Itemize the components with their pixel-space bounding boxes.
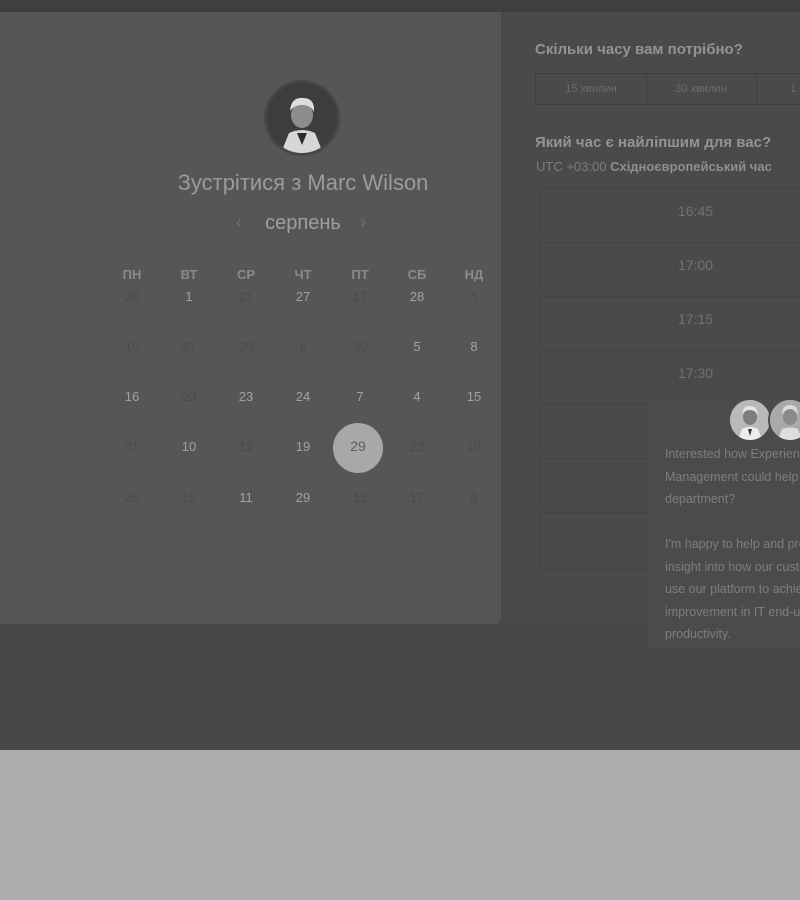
calendar-day: 21 [238,289,254,304]
calendar-day[interactable]: 4 [389,389,445,404]
timezone-offset: UTC +03:00 [536,159,607,174]
calendar-day: 31 [124,439,140,454]
calendar-day: 20 [181,389,197,404]
time-question: Який час є найліпшим для вас? [535,134,772,151]
duration-option-30[interactable]: 30 хвилин [646,74,757,104]
time-slot[interactable]: 17:15 [539,296,800,344]
calendar-day[interactable]: 1 [161,289,217,304]
calendar-day: 21 [181,339,197,354]
time-slot[interactable]: 17:00 [539,242,800,290]
calendar-day[interactable]: 19 [275,439,331,454]
chat-popup[interactable]: Interested how Experience Management cou… [648,398,800,648]
page-footer [0,750,800,900]
calendar-day: 26 [124,289,140,304]
top-bar [0,0,800,12]
time-slot[interactable]: 17:30 [539,350,800,398]
calendar-day: 19 [181,490,197,505]
calendar-day: 10 [124,339,140,354]
chat-message-line: insight into how our customers [665,560,800,574]
agent-avatar [728,398,772,442]
weekday-label: ВТ [180,267,198,282]
calendar-day: 30 [352,339,368,354]
calendar-day[interactable]: 11 [218,490,274,505]
calendar-day: 10 [466,439,482,454]
calendar-day[interactable]: 15 [446,389,502,404]
chat-message-line: I'm happy to help and provide [665,537,800,551]
calendar-day[interactable]: 29 [275,490,331,505]
timezone-name: Східноєвропейський час [610,159,772,174]
calendar-day[interactable]: 10 [161,439,217,454]
calendar-day: 5 [470,289,478,304]
time-slot[interactable]: 16:45 [539,188,800,236]
calendar-day: 11 [353,490,367,505]
calendar-day[interactable]: 23 [218,389,274,404]
selected-day[interactable]: 29 [333,423,383,473]
calendar-day[interactable]: 27 [275,289,331,304]
selected-day-label: 29 [350,438,366,454]
chat-message-line: productivity. [665,627,731,641]
weekday-label: СР [236,267,256,282]
duration-option-60[interactable]: 1 година [756,74,800,104]
time-slot-label: 17:30 [678,365,714,381]
agent-portrait-icon [770,400,800,440]
weekday-label: НД [464,267,484,282]
calendar-day[interactable]: 8 [446,339,502,354]
month-label: серпень [265,212,341,234]
weekday-label: ПТ [351,267,369,282]
calendar-day: 12 [238,439,254,454]
calendar-day: 17 [409,490,425,505]
time-slot-label: 17:15 [678,311,714,327]
calendar-day: 6 [470,490,478,505]
chat-message-line: use our platform to achieve [665,582,800,596]
calendar-day[interactable]: 7 [332,389,388,404]
weekday-label: СБ [407,267,427,282]
duration-selector: 15 хвилин 30 хвилин 1 година [535,73,800,105]
calendar-day[interactable]: 24 [275,389,331,404]
duration-question: Скільки часу вам потрібно? [535,41,743,58]
agent-portrait-icon [730,400,770,440]
agent-avatar [768,398,800,442]
weekday-label: ЧТ [294,267,312,282]
calendar-day[interactable]: 5 [389,339,445,354]
calendar-day: 17 [352,289,368,304]
time-slot-label: 17:00 [678,257,714,273]
scheduler-app: Зустрітися з Marc Wilson ‹ серпень › ПН … [0,0,800,750]
month-navigation: ‹ серпень › [230,212,376,238]
weekday-label: ПН [122,267,142,282]
calendar-day: 8 [299,339,307,354]
chat-message-line: improvement in IT end-user [665,605,800,619]
calendar-day[interactable]: 28 [389,289,445,304]
host-avatar [264,80,340,156]
chevron-right-icon[interactable]: › [360,212,366,233]
chat-message-line: Management could help your [665,470,800,484]
calendar-day[interactable]: 16 [104,389,160,404]
host-portrait-icon [267,83,337,153]
calendar-day: 30 [238,339,254,354]
timezone-label: UTC +03:00 Східноєвропейський час [536,159,772,174]
calendar-day: 26 [124,490,140,505]
chat-message-line: department? [665,492,736,506]
calendar-day: 22 [409,439,425,454]
calendar-card [0,12,501,624]
duration-option-15[interactable]: 15 хвилин [536,74,647,104]
time-slot-label: 16:45 [678,203,714,219]
chat-message-line: Interested how Experience [665,447,800,461]
